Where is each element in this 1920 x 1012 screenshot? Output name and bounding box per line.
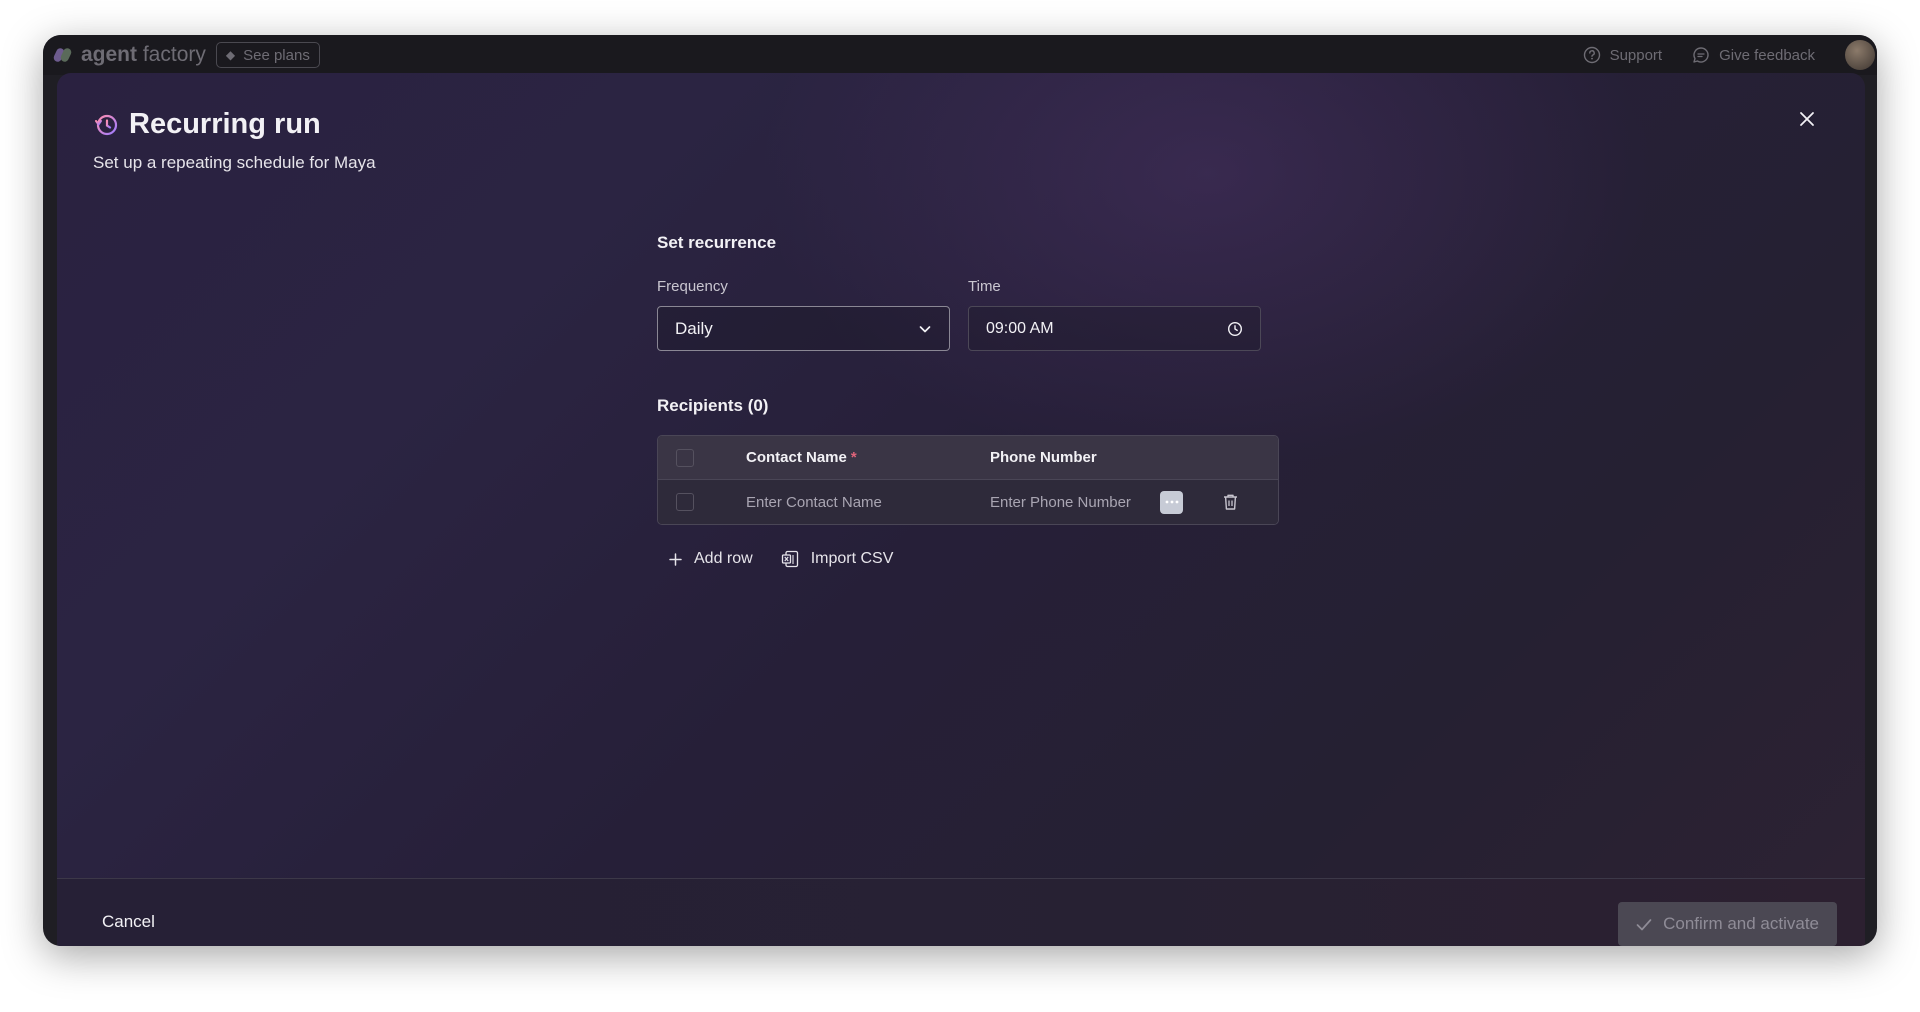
column-header-contact-name: Contact Name *	[746, 449, 990, 466]
time-field: Time 09:00 AM	[968, 278, 1261, 351]
modal-title: Recurring run	[129, 108, 321, 140]
logo-icon	[52, 45, 73, 65]
avatar[interactable]	[1845, 40, 1875, 70]
modal-footer: Cancel Confirm and activate	[57, 878, 1865, 946]
recurring-clock-icon	[95, 114, 118, 135]
required-mark: *	[850, 449, 857, 466]
give-feedback-label: Give feedback	[1719, 46, 1815, 64]
row-checkbox[interactable]	[676, 493, 694, 511]
see-plans-button[interactable]: ◆ See plans	[215, 42, 320, 68]
more-options-button[interactable]	[1160, 490, 1183, 514]
recipients-title: Recipients (0)	[657, 396, 769, 415]
column-header-phone-number: Phone Number	[990, 449, 1097, 466]
table-row: Enter Contact Name Enter Phone Number	[658, 480, 1278, 524]
support-label: Support	[1609, 46, 1663, 64]
plus-icon	[669, 552, 682, 566]
brand-name: agent factory	[81, 43, 206, 67]
see-plans-label: See plans	[243, 46, 310, 64]
diamond-icon: ◆	[225, 48, 236, 62]
confirm-and-activate-button[interactable]: Confirm and activate	[1618, 902, 1837, 946]
confirm-label: Confirm and activate	[1663, 914, 1819, 933]
time-input[interactable]: 09:00 AM	[968, 306, 1261, 351]
brand[interactable]: agent factory	[52, 43, 206, 67]
delete-row-button[interactable]	[1222, 493, 1239, 511]
contact-name-input[interactable]: Enter Contact Name	[746, 494, 990, 511]
modal-content: Set recurrence Frequency Daily Time 09:0…	[657, 233, 1279, 568]
check-icon	[1636, 918, 1652, 930]
feedback-icon	[1693, 47, 1709, 63]
time-label: Time	[968, 278, 1001, 295]
support-link[interactable]: Support	[1583, 46, 1663, 64]
frequency-field: Frequency Daily	[657, 278, 950, 351]
frequency-label: Frequency	[657, 278, 728, 295]
help-icon	[1583, 46, 1600, 64]
chevron-down-icon	[919, 325, 931, 332]
give-feedback-link[interactable]: Give feedback	[1692, 46, 1815, 64]
set-recurrence-title: Set recurrence	[657, 233, 777, 252]
contact-name-header-label: Contact Name	[746, 449, 847, 466]
clock-icon	[1227, 321, 1243, 336]
table-header-row: Contact Name * Phone Number	[658, 436, 1278, 480]
app-window: agent factory ◆ See plans Support Give f…	[43, 35, 1877, 946]
recipients-table: Contact Name * Phone Number Enter Contact…	[657, 435, 1279, 525]
brand-name-light: factory	[137, 43, 206, 66]
import-csv-label: Import CSV	[810, 550, 894, 567]
import-csv-button[interactable]: Import CSV	[781, 550, 894, 568]
modal-header: Recurring run Set up a repeating schedul…	[93, 108, 376, 173]
brand-name-bold: agent	[81, 43, 138, 66]
time-value: 09:00 AM	[986, 319, 1054, 337]
close-icon	[1800, 112, 1814, 126]
frequency-select[interactable]: Daily	[657, 306, 950, 351]
add-row-button[interactable]: Add row	[657, 550, 753, 568]
phone-number-input[interactable]: Enter Phone Number	[990, 494, 1160, 511]
more-horizontal-icon	[1165, 500, 1178, 504]
recurring-run-modal: Recurring run Set up a repeating schedul…	[57, 73, 1865, 946]
modal-subtitle: Set up a repeating schedule for Maya	[93, 153, 376, 172]
cancel-button[interactable]: Cancel	[102, 912, 155, 932]
trash-icon	[1224, 494, 1237, 510]
frequency-value: Daily	[675, 318, 713, 338]
add-row-label: Add row	[694, 550, 753, 567]
spreadsheet-icon	[781, 550, 798, 568]
close-button[interactable]	[1795, 107, 1819, 131]
select-all-checkbox[interactable]	[676, 448, 694, 467]
top-bar: agent factory ◆ See plans Support Give f…	[43, 35, 1877, 75]
